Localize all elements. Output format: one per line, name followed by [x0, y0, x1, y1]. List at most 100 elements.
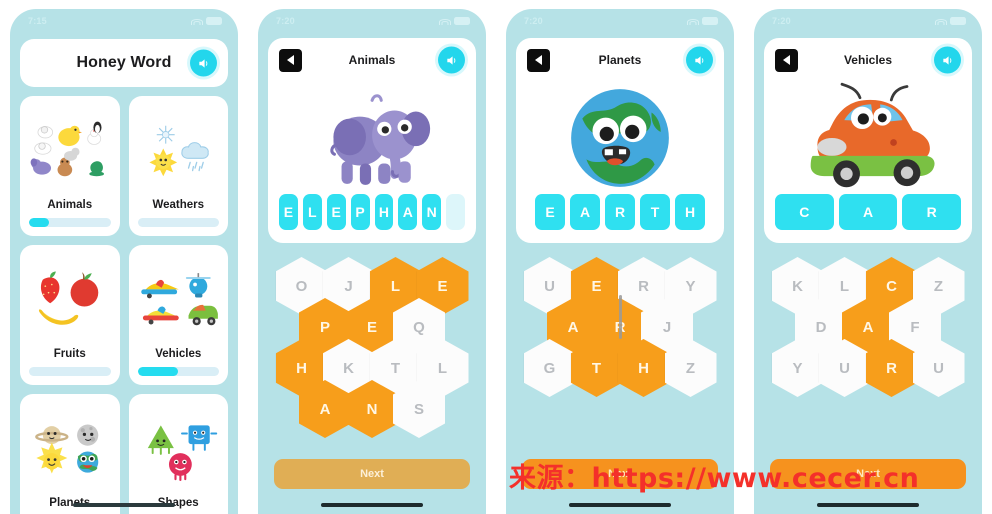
game-header: Planets [516, 38, 724, 82]
back-icon[interactable] [527, 48, 550, 72]
battery-icon [206, 17, 222, 25]
status-bar: 7:15 [10, 9, 238, 33]
status-indicators [686, 17, 718, 25]
speaker-icon[interactable] [934, 46, 961, 74]
category-label: Animals [47, 199, 93, 211]
back-icon[interactable] [279, 48, 302, 72]
board-wrap: OJLEPEQHKTLANS [258, 257, 486, 438]
back-icon[interactable] [775, 48, 798, 72]
status-bar: 7:20 [754, 9, 982, 33]
speaker-icon[interactable] [438, 46, 465, 74]
status-time: 7:20 [276, 16, 295, 26]
answer-slot[interactable]: A [398, 194, 418, 230]
board-wrap: UERYARJGTHZ [506, 257, 734, 397]
category-card[interactable]: Animals [20, 96, 120, 236]
speaker-icon[interactable] [190, 49, 217, 77]
progress-track [137, 367, 219, 376]
page-title: Honey Word [76, 54, 172, 71]
category-label: Vehicles [155, 348, 202, 360]
status-time: 7:15 [28, 16, 47, 26]
answer-slot[interactable]: H [374, 194, 394, 230]
category-grid: Animals Weathers Fruits Vehicles Planets… [20, 96, 228, 514]
wifi-icon [934, 17, 947, 25]
progress-fill [137, 367, 179, 376]
answer-slot[interactable]: T [640, 194, 670, 230]
answer-slot[interactable]: R [902, 194, 962, 230]
answer-slot[interactable]: A [838, 194, 898, 230]
next-button[interactable]: Next [770, 459, 966, 489]
earth-art [516, 82, 724, 194]
phone-frame: 7:15 Honey Word Animals Weathers Fruits … [10, 9, 238, 514]
status-time: 7:20 [524, 16, 543, 26]
answer-slot[interactable]: E [279, 194, 298, 230]
answer-slot[interactable]: P [350, 194, 370, 230]
weathers-art [138, 103, 220, 199]
category-card[interactable]: Shapes [128, 394, 228, 514]
hex-board[interactable]: OJLEPEQHKTLANS [275, 257, 469, 438]
next-button[interactable]: Next [522, 459, 718, 489]
status-indicators [934, 17, 966, 25]
home-indicator [73, 503, 175, 507]
home-indicator [321, 503, 423, 507]
app-header: Honey Word [20, 39, 228, 87]
game-panel: Animals E L E P H A N [268, 38, 476, 243]
screenshot-stage: 7:15 Honey Word Animals Weathers Fruits … [0, 0, 992, 514]
answer-slot[interactable]: H [675, 194, 705, 230]
status-bar: 7:20 [506, 9, 734, 33]
wifi-icon [190, 17, 203, 25]
status-bar: 7:20 [258, 9, 486, 33]
board-wrap: KLCZDAFYURU [754, 257, 982, 397]
hex-board[interactable]: KLCZDAFYURU [771, 257, 965, 397]
planets-art [29, 401, 111, 497]
progress-track [137, 218, 219, 227]
answer-slot[interactable]: E [326, 194, 346, 230]
home-indicator [817, 503, 919, 507]
phone-home: 7:15 Honey Word Animals Weathers Fruits … [0, 0, 248, 514]
category-card[interactable]: Vehicles [128, 245, 228, 385]
wifi-icon [438, 17, 451, 25]
answer-slot[interactable] [446, 194, 465, 230]
category-label: Weathers [152, 199, 205, 211]
car-art [764, 82, 972, 194]
hex-board[interactable]: UERYARJGTHZ [523, 257, 717, 397]
answer-slot[interactable]: R [605, 194, 635, 230]
game-panel: Vehicles C A R [764, 38, 972, 243]
elephant-art [268, 82, 476, 194]
game-header: Animals [268, 38, 476, 82]
phone-planets-game: 7:20 Planets E A R T H U E R Y A J G T H… [496, 0, 744, 514]
progress-fill [29, 218, 50, 227]
status-indicators [190, 17, 222, 25]
home-indicator [569, 503, 671, 507]
phone-vehicles-game: 7:20 Vehicles C A R K L C Z D A F Y U R … [744, 0, 992, 514]
answer-row: E A R T H [516, 194, 724, 243]
game-panel: Planets E A R T H [516, 38, 724, 243]
phone-frame: 7:20 Animals E L E P H A N O J L E P E Q… [258, 9, 486, 514]
category-card[interactable]: Weathers [128, 96, 228, 236]
answer-slot[interactable]: A [570, 194, 600, 230]
shapes-art [138, 401, 220, 497]
drag-path [618, 295, 622, 339]
answer-slot[interactable]: E [535, 194, 565, 230]
fruits-art [29, 252, 111, 348]
answer-row: E L E P H A N [268, 194, 476, 243]
phone-frame: 7:20 Planets E A R T H U E R Y A J G T H… [506, 9, 734, 514]
category-card[interactable]: Fruits [20, 245, 120, 385]
animals-art [29, 103, 111, 199]
phone-animals-game: 7:20 Animals E L E P H A N O J L E P E Q… [248, 0, 496, 514]
category-card[interactable]: Planets [20, 394, 120, 514]
answer-row: C A R [764, 194, 972, 243]
wifi-icon [686, 17, 699, 25]
battery-icon [454, 17, 470, 25]
phone-frame: 7:20 Vehicles C A R K L C Z D A F Y U R … [754, 9, 982, 514]
progress-track [29, 367, 111, 376]
next-button[interactable]: Next [274, 459, 470, 489]
category-label: Fruits [53, 348, 86, 360]
status-time: 7:20 [772, 16, 791, 26]
answer-slot[interactable]: L [302, 194, 322, 230]
answer-slot[interactable]: C [775, 194, 834, 230]
speaker-icon[interactable] [686, 46, 713, 74]
progress-track [29, 218, 111, 227]
answer-slot[interactable]: N [422, 194, 442, 230]
status-indicators [438, 17, 470, 25]
game-header: Vehicles [764, 38, 972, 82]
